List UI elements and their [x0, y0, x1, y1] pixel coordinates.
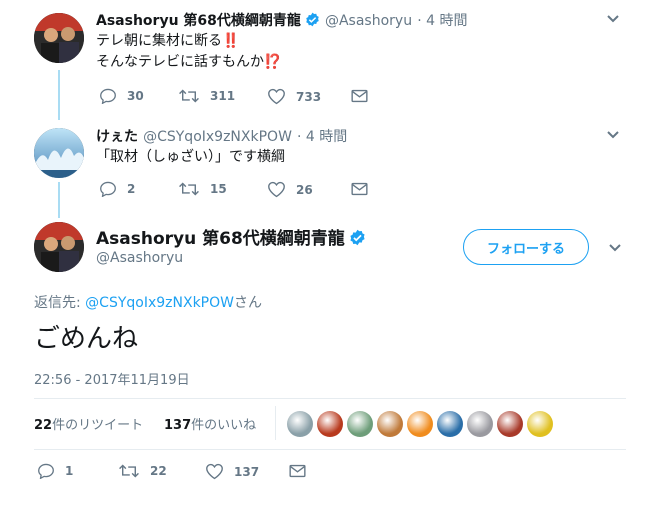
timestamp[interactable]: · 4 時間 [417, 13, 467, 29]
avatar[interactable] [34, 128, 84, 178]
handle[interactable]: @CSYqoIx9zNXkPOW [143, 129, 292, 145]
liker-avatar[interactable] [287, 411, 313, 437]
dm-button[interactable] [289, 464, 306, 478]
reply-count: 1 [65, 464, 74, 478]
retweet-button[interactable]: 311 [178, 88, 235, 104]
like-count: 733 [296, 89, 322, 104]
reply-icon [38, 463, 54, 479]
like-count: 137 [234, 464, 260, 479]
liker-avatar[interactable] [497, 411, 523, 437]
like-button[interactable]: 137 [205, 463, 259, 480]
envelope-icon [351, 182, 368, 196]
liker-avatar[interactable] [347, 411, 373, 437]
handle[interactable]: @Asashoryu [325, 13, 412, 29]
verified-badge-icon [305, 12, 320, 31]
divider [34, 398, 626, 399]
like-button[interactable]: 26 [267, 181, 313, 198]
avatar[interactable] [34, 222, 84, 272]
timestamp[interactable]: · 4 時間 [297, 129, 347, 145]
tweet-text: ごめんね [34, 324, 139, 354]
like-count: 26 [296, 182, 313, 197]
double-exclamation-icon: ‼️ [222, 33, 240, 49]
tweet-header: Asashoryu 第68代横綱朝青龍 [96, 224, 366, 250]
verified-badge-icon [349, 229, 366, 250]
tweet-header: けぇた @CSYqoIx9zNXkPOW · 4 時間 [96, 126, 347, 146]
heart-icon [206, 463, 223, 480]
retweet-button[interactable]: 22 [118, 463, 167, 479]
reply-button[interactable]: 30 [99, 88, 144, 104]
reply-count: 30 [127, 89, 144, 103]
tweet-text-line: テレ朝に集材に断る‼️ [96, 33, 240, 49]
thread-line [58, 182, 60, 218]
retweet-icon [179, 89, 199, 103]
tweet-header: Asashoryu 第68代横綱朝青龍 @Asashoryu · 4 時間 [96, 10, 467, 31]
divider [34, 449, 626, 450]
retweet-button[interactable]: 15 [178, 181, 227, 197]
divider [275, 406, 276, 440]
display-name[interactable]: Asashoryu 第68代横綱朝青龍 [96, 229, 345, 249]
heart-icon [268, 88, 285, 105]
liker-avatar[interactable] [467, 411, 493, 437]
liker-avatar[interactable] [527, 411, 553, 437]
liker-avatar[interactable] [407, 411, 433, 437]
dm-button[interactable] [351, 89, 368, 103]
interrobang-icon: ⁉️ [264, 54, 282, 70]
reply-icon [100, 181, 116, 197]
chevron-down-icon[interactable] [608, 241, 622, 257]
liker-avatar[interactable] [437, 411, 463, 437]
tweet-timestamp[interactable]: 22:56 - 2017年11月19日 [34, 369, 190, 388]
chevron-down-icon[interactable] [606, 12, 620, 28]
dm-button[interactable] [351, 182, 368, 196]
reply-button[interactable]: 1 [37, 463, 73, 479]
tweet-text: 「取材（しゅざい）」です横綱 [96, 149, 285, 165]
thread-line [58, 70, 60, 120]
retweet-icon [179, 182, 199, 196]
chevron-down-icon[interactable] [606, 128, 620, 144]
follow-button[interactable]: フォローする [463, 229, 589, 265]
reply-to-context: 返信先: @CSYqoIx9zNXkPOWさん [34, 295, 262, 311]
handle[interactable]: @Asashoryu [96, 250, 183, 266]
envelope-icon [351, 89, 368, 103]
reply-button[interactable]: 2 [99, 181, 135, 197]
retweet-count: 15 [210, 182, 227, 196]
display-name[interactable]: Asashoryu 第68代横綱朝青龍 [96, 13, 301, 29]
like-stat[interactable]: 137件のいいね [164, 414, 256, 433]
liker-avatars [287, 411, 553, 437]
avatar[interactable] [34, 13, 84, 63]
reply-to-link[interactable]: @CSYqoIx9zNXkPOW [85, 295, 234, 311]
tweet-text-line: そんなテレビに話すもんか⁉️ [96, 54, 282, 70]
like-button[interactable]: 733 [267, 88, 321, 105]
retweet-count: 22 [150, 464, 167, 478]
reply-count: 2 [127, 182, 136, 196]
display-name[interactable]: けぇた [96, 129, 138, 145]
heart-icon [268, 181, 285, 198]
retweet-icon [119, 464, 139, 478]
retweet-count: 311 [210, 89, 236, 103]
liker-avatar[interactable] [377, 411, 403, 437]
retweet-stat[interactable]: 22件のリツイート [34, 414, 143, 433]
envelope-icon [289, 464, 306, 478]
liker-avatar[interactable] [317, 411, 343, 437]
reply-icon [100, 88, 116, 104]
